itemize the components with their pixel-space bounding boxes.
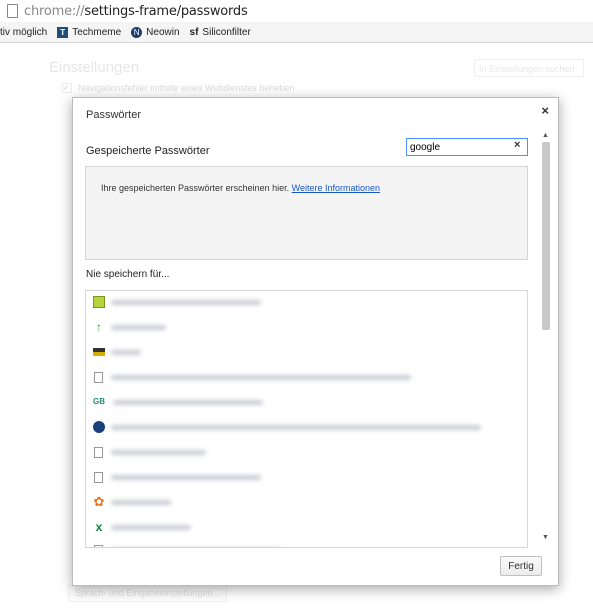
- techmeme-icon: T: [57, 26, 69, 38]
- blurred-site-name: [113, 399, 263, 405]
- list-item[interactable]: ↑: [93, 319, 166, 335]
- bookmark-siliconfilter[interactable]: sf Siliconfilter: [190, 27, 251, 38]
- generic-page-icon: [94, 471, 103, 483]
- list-item[interactable]: [93, 542, 281, 549]
- neowin-icon: N: [131, 26, 143, 38]
- clear-search-icon[interactable]: ×: [514, 139, 520, 151]
- bookmarks-bar: tiv möglich T Techmeme N Neowin sf Silic…: [0, 22, 593, 43]
- scroll-down-icon[interactable]: ▼: [542, 534, 549, 541]
- list-item[interactable]: x: [93, 519, 191, 535]
- never-save-list[interactable]: ↑ GB ✿ x: [85, 290, 528, 548]
- list-item[interactable]: [93, 444, 206, 460]
- blurred-site-name: [111, 449, 206, 455]
- blurred-site-name: [111, 499, 171, 505]
- list-item[interactable]: [93, 369, 411, 385]
- done-button[interactable]: Fertig: [500, 556, 542, 576]
- blurred-site-name: [111, 349, 141, 355]
- list-item[interactable]: [93, 469, 261, 485]
- url-text[interactable]: chrome://settings-frame/passwords: [24, 4, 248, 19]
- striped-favicon: [93, 348, 105, 356]
- bookmark-techmeme[interactable]: T Techmeme: [57, 26, 121, 38]
- never-save-label: Nie speichern für...: [86, 269, 170, 280]
- blurred-site-name: [111, 299, 261, 305]
- list-item[interactable]: ✿: [93, 494, 171, 510]
- address-bar[interactable]: chrome://settings-frame/passwords: [0, 0, 593, 23]
- dialog-title: Passwörter: [86, 109, 142, 121]
- bookmark-item[interactable]: tiv möglich: [0, 27, 47, 38]
- list-item[interactable]: GB: [93, 394, 263, 410]
- blue-circle-favicon: [93, 421, 105, 433]
- blurred-site-name: [111, 324, 166, 330]
- list-item[interactable]: [93, 419, 481, 435]
- saved-passwords-label: Gespeicherte Passwörter: [86, 145, 210, 157]
- saved-passwords-list: Ihre gespeicherten Passwörter erscheinen…: [85, 166, 528, 260]
- blurred-site-name: [111, 474, 261, 480]
- page-icon: [7, 4, 18, 18]
- xing-favicon: x: [95, 520, 103, 534]
- password-search-input[interactable]: [406, 138, 528, 156]
- flower-favicon: ✿: [93, 494, 105, 509]
- scrollbar-thumb[interactable]: [542, 142, 550, 330]
- generic-page-icon: [94, 371, 103, 383]
- generic-page-icon: [94, 544, 103, 547]
- list-item[interactable]: [93, 344, 141, 360]
- close-icon[interactable]: ×: [541, 103, 549, 118]
- passwords-dialog: Passwörter × Gespeicherte Passwörter × I…: [72, 97, 559, 586]
- scroll-up-icon[interactable]: ▲: [542, 132, 549, 139]
- gb-favicon: GB: [93, 397, 105, 406]
- list-item[interactable]: [93, 294, 261, 310]
- green-arrow-favicon: ↑: [96, 320, 102, 334]
- empty-message: Ihre gespeicherten Passwörter erscheinen…: [101, 183, 381, 193]
- blurred-site-name: [111, 374, 411, 380]
- blurred-site-name: [111, 524, 191, 530]
- b-favicon: [93, 296, 105, 308]
- bookmark-neowin[interactable]: N Neowin: [131, 26, 180, 38]
- blurred-site-name: [111, 424, 481, 430]
- more-info-link[interactable]: Weitere Informationen: [292, 183, 380, 193]
- generic-page-icon: [94, 446, 103, 458]
- blurred-site-name: [111, 548, 281, 549]
- siliconfilter-icon: sf: [189, 26, 199, 38]
